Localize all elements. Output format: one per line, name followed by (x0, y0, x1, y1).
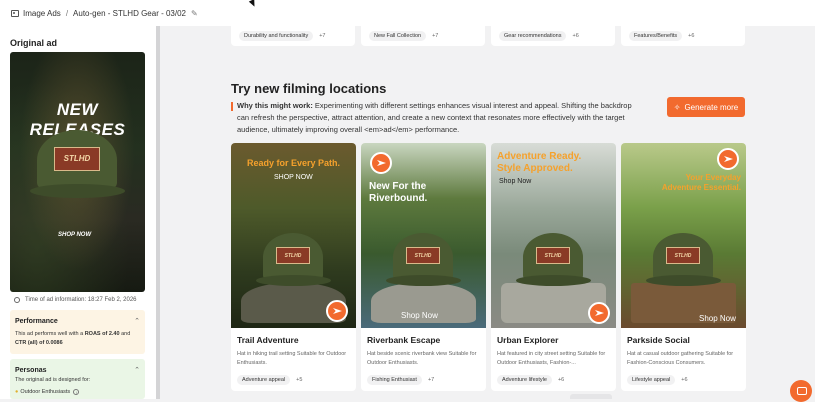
top-card-count: +6 (572, 33, 579, 39)
sidebar-scrollbar[interactable] (156, 26, 160, 399)
top-card-tag: New Fall Collection (369, 31, 427, 41)
location-card-trail[interactable]: Ready for Every Path. SHOP NOW STLHD Tra… (231, 143, 356, 391)
top-card-count: +6 (688, 33, 695, 39)
original-ad-title: Original ad (10, 38, 58, 48)
location-description: Hat beside scenic riverbank view Suitabl… (367, 351, 477, 366)
hat-patch-logo: STLHD (276, 247, 310, 264)
location-card-urban[interactable]: Adventure Ready. Style Approved. Shop No… (491, 143, 616, 391)
location-tag: Adventure appeal (237, 375, 291, 385)
brand-logo-icon (370, 152, 392, 174)
sidebar: Original ad NEW RELEASES STLHD SHOP NOW … (0, 26, 156, 399)
location-tags: Fishing Enthusiast +7 (367, 375, 436, 385)
location-tag-count: +6 (557, 377, 565, 383)
location-tags: Adventure appeal +5 (237, 375, 304, 385)
location-tag: Fishing Enthusiast (367, 375, 422, 385)
original-ad-image: NEW RELEASES STLHD SHOP NOW (10, 52, 145, 292)
personas-title: Personas (15, 367, 47, 374)
hat-brim (646, 275, 721, 286)
generate-more-button[interactable]: ✧ Generate more (667, 97, 745, 117)
top-bar: Image Ads / Auto-gen - STLHD Gear - 03/0… (0, 0, 815, 26)
location-tags: Lifestyle appeal +6 (627, 375, 690, 385)
section-title: Try new filming locations (231, 81, 387, 96)
clock-icon (14, 297, 20, 303)
location-image: Adventure Ready. Style Approved. Shop No… (491, 143, 616, 328)
persona-emoji-icon: ● (15, 389, 19, 395)
image-cta: Shop Now (499, 178, 532, 185)
persona-tag-label: Outdoor Enthusiasts (20, 389, 71, 395)
image-headline: Your Everyday Adventure Essential. (661, 173, 741, 192)
location-card-parkside[interactable]: Your Everyday Adventure Essential. STLHD… (621, 143, 746, 391)
brand-logo-icon (326, 300, 348, 322)
breadcrumb-separator: / (65, 8, 69, 18)
generate-more-label: Generate more (684, 102, 739, 112)
location-tag: Adventure lifestyle (497, 375, 552, 385)
breadcrumb-current: Auto-gen - STLHD Gear - 03/02 (73, 8, 186, 18)
original-ad-cta: SHOP NOW (58, 232, 92, 238)
location-description: Hat in hiking trail setting Suitable for… (237, 351, 347, 366)
time-info-row: Time of ad information: 18:27 Feb 2, 202… (14, 297, 137, 303)
pencil-edit-icon[interactable]: ✎ (191, 9, 198, 18)
location-tag-count: +5 (296, 377, 303, 383)
location-tag: Lifestyle appeal (627, 375, 676, 385)
top-card-count: +7 (319, 33, 326, 39)
top-card-tag: Durability and functionality (239, 31, 314, 41)
personas-card: Personas ⌃ The original ad is designed f… (10, 359, 145, 399)
top-card-2[interactable]: New Fall Collection +7 (361, 26, 485, 46)
info-icon[interactable]: i (73, 389, 80, 395)
hat-patch-logo: STLHD (666, 247, 700, 264)
image-headline: Adventure Ready. Style Approved. (497, 151, 582, 174)
persona-tag: ● Outdoor Enthusiasts i (15, 389, 80, 395)
location-card-riverbank[interactable]: New For the Riverbound. STLHD Shop Now R… (361, 143, 486, 391)
hat-brim (516, 275, 591, 286)
location-image: Ready for Every Path. SHOP NOW STLHD (231, 143, 356, 328)
location-name: Trail Adventure (237, 335, 299, 345)
chevron-up-icon[interactable]: ⌃ (134, 317, 140, 325)
bottom-toolbar-edge (570, 394, 612, 399)
image-cta: Shop Now (699, 314, 736, 323)
image-cta: SHOP NOW (274, 174, 313, 181)
hat-brim (386, 275, 461, 286)
sparkle-icon: ✧ (673, 102, 681, 112)
breadcrumb-root[interactable]: Image Ads (23, 9, 61, 18)
location-image: New For the Riverbound. STLHD Shop Now (361, 143, 486, 328)
location-tag-count: +7 (427, 377, 435, 383)
top-card-3[interactable]: Gear recommendations +6 (491, 26, 615, 46)
top-card-count: +7 (432, 33, 439, 39)
hat-brim (30, 184, 125, 198)
location-name: Riverbank Escape (367, 335, 441, 345)
location-tags: Adventure lifestyle +6 (497, 375, 566, 385)
top-card-1[interactable]: Durability and functionality +7 (231, 26, 355, 46)
hat-patch-logo: STLHD (406, 247, 440, 264)
accent-bar (231, 102, 233, 111)
location-description: Hat featured in city street setting Suit… (497, 351, 606, 366)
hat-brim (256, 275, 331, 286)
personas-text: The original ad is designed for: (15, 377, 91, 383)
performance-text: This ad performs well with a ROAS of 2.4… (15, 331, 131, 346)
chevron-up-icon[interactable]: ⌃ (134, 366, 140, 374)
hat-patch-logo: STLHD (536, 247, 570, 264)
performance-card: Performance ⌃ This ad performs well with… (10, 310, 145, 354)
location-name: Parkside Social (627, 335, 690, 345)
hat-patch-logo: STLHD (54, 147, 100, 171)
top-card-4[interactable]: Features/Benefits +6 (621, 26, 745, 46)
image-icon (11, 9, 19, 17)
location-name: Urban Explorer (497, 335, 559, 345)
location-description: Hat at casual outdoor gathering Suitable… (627, 351, 734, 366)
time-info-text: Time of ad information: 18:27 Feb 2, 202… (25, 297, 137, 303)
brand-logo-icon (588, 302, 610, 324)
location-tag-count: +6 (681, 377, 688, 383)
brand-logo-icon (717, 148, 739, 170)
top-card-tag: Gear recommendations (499, 31, 567, 41)
image-headline: Ready for Every Path. (246, 158, 341, 168)
location-image: Your Everyday Adventure Essential. STLHD… (621, 143, 746, 328)
why-text: Why this might work: Experimenting with … (237, 101, 632, 134)
image-cta: Shop Now (401, 311, 438, 320)
image-headline: New For the Riverbound. (369, 181, 428, 204)
top-card-tag: Features/Benefits (629, 31, 683, 41)
performance-title: Performance (15, 318, 58, 325)
